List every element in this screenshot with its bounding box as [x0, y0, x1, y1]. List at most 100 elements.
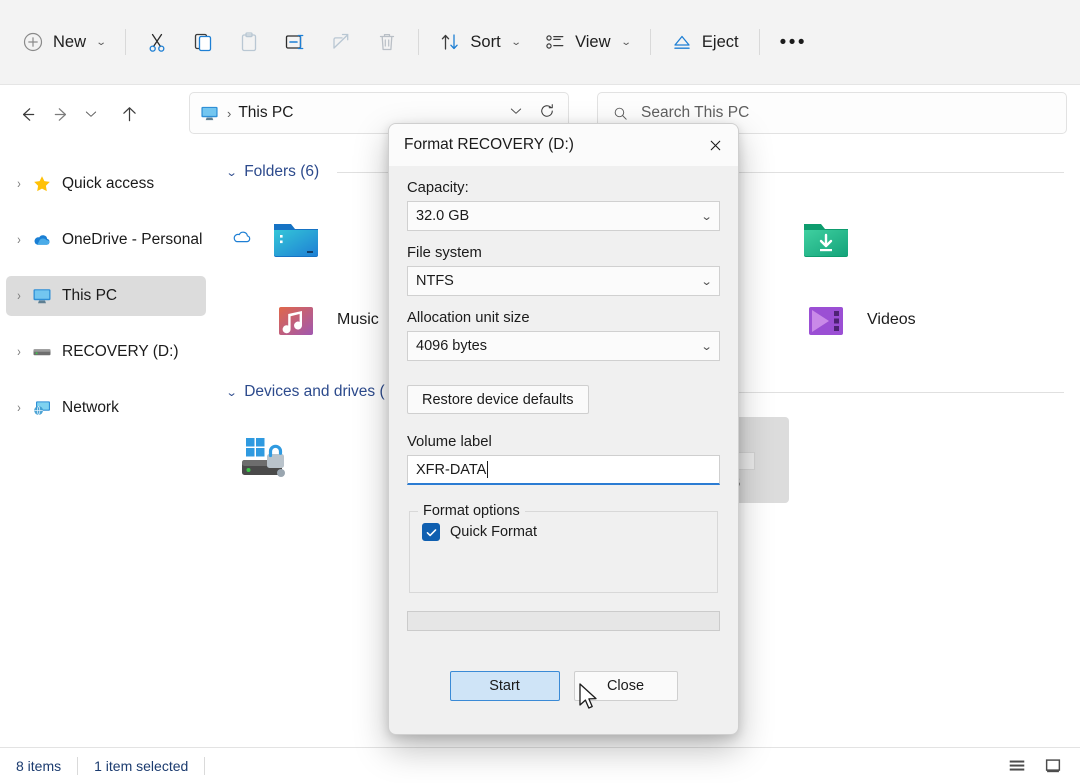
quick-format-label: Quick Format [450, 524, 537, 540]
breadcrumb-this-pc[interactable]: This PC [238, 104, 293, 122]
forward-button[interactable] [44, 97, 78, 131]
sidebar-item-this-pc[interactable]: › This PC [6, 276, 206, 316]
toolbar-divider-2 [418, 29, 419, 55]
large-icons-view-button[interactable] [1038, 753, 1068, 779]
tile-videos[interactable]: Videos [753, 279, 1018, 361]
view-button-label: View [575, 33, 610, 52]
tile-label: Videos [867, 311, 916, 329]
chevron-down-icon[interactable]: ⌄ [226, 166, 238, 179]
sidebar-item-quick-access[interactable]: › Quick access [6, 164, 206, 204]
quick-format-row[interactable]: Quick Format [422, 523, 705, 541]
sidebar-item-onedrive[interactable]: › OneDrive - Personal [6, 220, 206, 260]
expander-icon[interactable]: › [6, 177, 32, 192]
sort-button[interactable]: Sort ⌄ [427, 20, 532, 64]
tile-downloads[interactable] [753, 197, 1018, 279]
expander-icon[interactable]: › [6, 401, 32, 416]
new-button[interactable]: New ⌄ [10, 20, 117, 64]
capacity-value: 32.0 GB [416, 208, 702, 224]
chevron-down-icon: ⌄ [700, 340, 712, 353]
eject-button[interactable]: Eject [659, 20, 751, 64]
dialog-action-row: Start Close [407, 671, 720, 701]
delete-button[interactable] [364, 20, 410, 64]
capacity-select[interactable]: 32.0 GB ⌄ [407, 201, 720, 231]
copy-button[interactable] [180, 20, 226, 64]
network-icon [32, 398, 52, 418]
share-button[interactable] [318, 20, 364, 64]
volume-label-label: Volume label [407, 434, 720, 450]
arrow-left-icon [17, 104, 38, 125]
chevron-down-icon[interactable]: ⌄ [226, 386, 238, 399]
sidebar-item-label: RECOVERY (D:) [62, 343, 179, 361]
up-button[interactable] [112, 97, 146, 131]
file-explorer-window: New ⌄ [0, 0, 1080, 783]
address-dropdown-button[interactable] [508, 103, 524, 124]
sidebar-item-label: Quick access [62, 175, 154, 193]
share-icon [330, 31, 352, 53]
quick-format-checkbox[interactable] [422, 523, 440, 541]
cloud-status-spacer [231, 309, 253, 331]
windows-drive-bitlocker-icon [237, 432, 293, 488]
rename-button[interactable] [272, 20, 318, 64]
start-button[interactable]: Start [450, 671, 560, 701]
status-bar: 8 items 1 item selected [0, 747, 1080, 783]
close-button[interactable]: Close [574, 671, 678, 701]
chevron-down-icon [508, 103, 524, 119]
navigation-pane: › Quick access › OneDrive - Personal › T… [0, 143, 212, 747]
command-bar: New ⌄ [0, 0, 1080, 85]
checkmark-icon [425, 526, 438, 539]
sort-icon [439, 31, 461, 53]
file-system-label: File system [407, 245, 720, 261]
this-pc-icon [32, 286, 52, 306]
tile-label: Music [337, 311, 379, 329]
expander-icon[interactable]: › [6, 233, 32, 248]
cut-icon [146, 31, 168, 53]
format-dialog: Format RECOVERY (D:) Capacity: 32.0 GB ⌄… [388, 123, 739, 735]
folder-videos-icon [799, 293, 853, 347]
delete-icon [376, 31, 398, 53]
see-more-button[interactable]: ••• [768, 20, 819, 64]
copy-icon [192, 31, 214, 53]
group-header-label: Devices and drives ( [244, 383, 384, 401]
new-button-label: New [53, 33, 86, 52]
star-icon [32, 174, 52, 194]
folder-music-icon [269, 293, 323, 347]
capacity-label: Capacity: [407, 180, 720, 196]
format-options-label: Format options [418, 503, 525, 519]
chevron-down-icon [83, 106, 99, 122]
status-item-count: 8 items [0, 755, 77, 777]
sidebar-item-label: OneDrive - Personal [62, 231, 202, 249]
sidebar-item-network[interactable]: › Network [6, 388, 206, 428]
file-system-select[interactable]: NTFS ⌄ [407, 266, 720, 296]
cloud-status-spacer [761, 309, 783, 331]
chevron-down-icon: ⌄ [510, 37, 521, 48]
volume-label-value: XFR-DATA [416, 462, 486, 478]
allocation-unit-size-select[interactable]: 4096 bytes ⌄ [407, 331, 720, 361]
cloud-status-spacer [761, 227, 783, 249]
this-pc-icon [200, 104, 219, 123]
expander-icon[interactable]: › [6, 289, 32, 304]
status-divider [204, 757, 205, 775]
details-view-button[interactable] [1002, 753, 1032, 779]
dialog-title-bar: Format RECOVERY (D:) [389, 124, 738, 166]
drive-icon [32, 342, 52, 362]
volume-label-input[interactable]: XFR-DATA [407, 455, 720, 485]
restore-device-defaults-button[interactable]: Restore device defaults [407, 385, 589, 414]
sidebar-item-recovery-d[interactable]: › RECOVERY (D:) [6, 332, 206, 372]
refresh-button[interactable] [538, 102, 556, 125]
folder-downloads-icon [799, 211, 853, 265]
search-icon [612, 105, 629, 122]
onedrive-icon [32, 230, 52, 250]
recent-locations-button[interactable] [78, 97, 104, 131]
expander-icon[interactable]: › [6, 345, 32, 360]
paste-button[interactable] [226, 20, 272, 64]
sort-button-label: Sort [470, 33, 500, 52]
cut-button[interactable] [134, 20, 180, 64]
chevron-down-icon: ⌄ [96, 37, 107, 48]
refresh-icon [538, 102, 556, 120]
chevron-down-icon: ⌄ [700, 210, 712, 223]
view-button[interactable]: View ⌄ [532, 20, 642, 64]
close-icon[interactable] [692, 124, 738, 166]
arrow-right-icon [51, 104, 72, 125]
back-button[interactable] [10, 97, 44, 131]
view-icon [544, 31, 566, 53]
